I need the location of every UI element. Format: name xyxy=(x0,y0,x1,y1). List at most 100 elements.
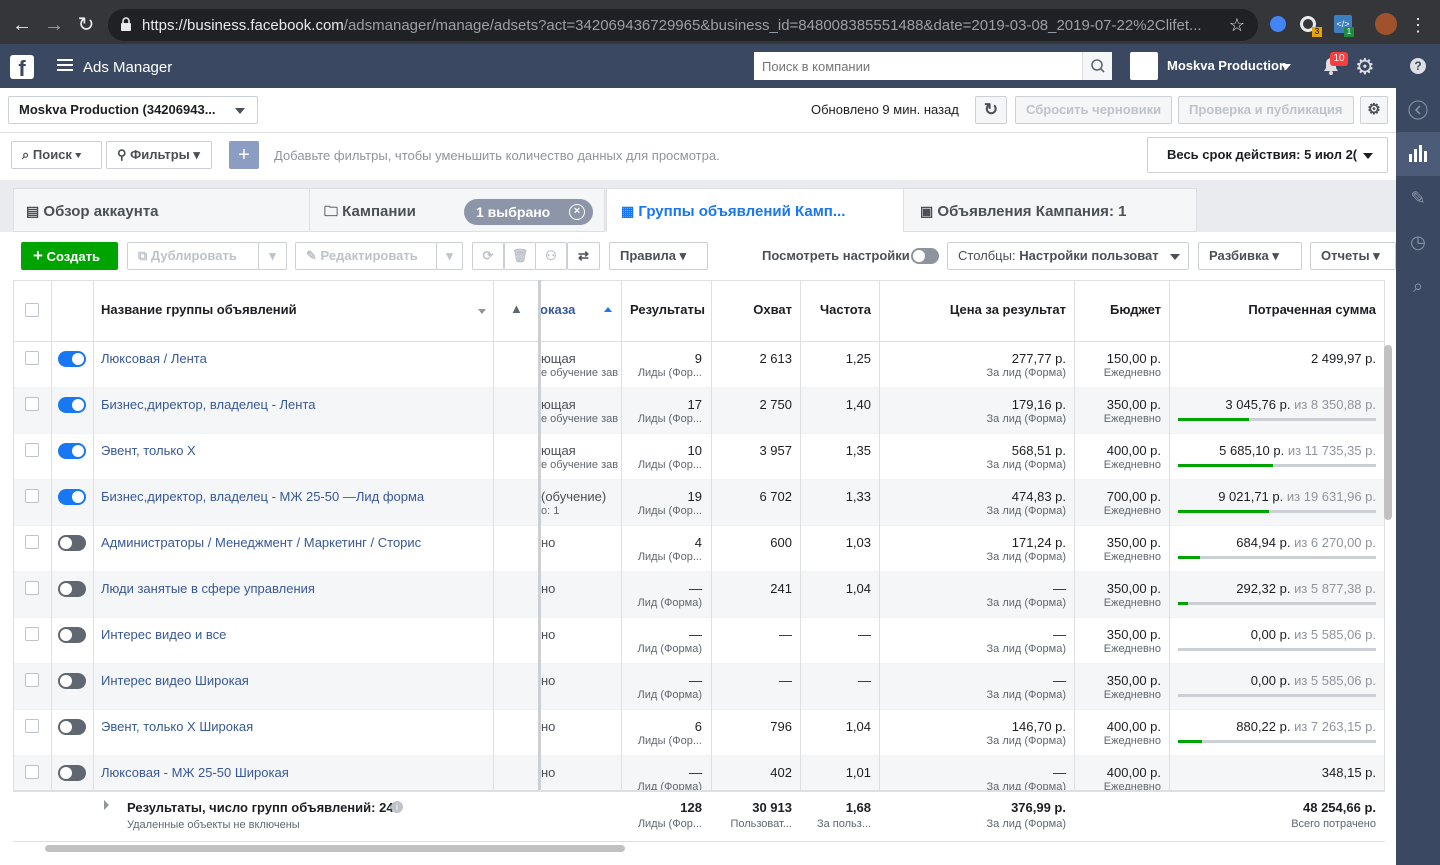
create-button[interactable]: + Создать xyxy=(21,242,118,270)
results-value: 10 xyxy=(687,443,702,458)
col-frequency-header[interactable]: Частота xyxy=(801,302,871,317)
adset-toggle[interactable] xyxy=(58,397,86,413)
adset-name-link[interactable]: Интерес видео и все xyxy=(101,627,226,642)
adset-toggle[interactable] xyxy=(58,351,86,367)
toggle-icon[interactable]: ⟳ xyxy=(472,242,504,270)
reset-drafts-button[interactable]: Сбросить черновики xyxy=(1015,96,1173,124)
compare-icon[interactable]: ⇄ xyxy=(567,242,600,270)
business-avatar[interactable] xyxy=(1130,52,1158,80)
trash-icon[interactable]: 🗑 xyxy=(504,242,536,270)
help-icon[interactable]: ? xyxy=(1410,58,1426,74)
adset-name-link[interactable]: Люксовая / Лента xyxy=(101,351,207,366)
extension-globe-icon[interactable] xyxy=(1270,16,1286,32)
spent-value: 5 685,10 р. xyxy=(1219,443,1285,458)
adset-name-link[interactable]: Эвент, только Х xyxy=(101,443,196,458)
collapse-icon[interactable] xyxy=(1396,88,1440,132)
people-icon[interactable]: ⚇ xyxy=(535,242,567,270)
adset-name-link[interactable]: Эвент, только Х Широкая xyxy=(101,719,253,734)
clear-selection-icon[interactable]: × xyxy=(569,204,585,220)
horizontal-scrollbar[interactable] xyxy=(45,845,625,852)
row-checkbox[interactable] xyxy=(25,397,39,411)
adset-name-link[interactable]: Люксовая - МЖ 25-50 Широкая xyxy=(101,765,289,780)
adset-toggle[interactable] xyxy=(58,443,86,459)
adset-name-link[interactable]: Бизнес,директор, владелец - МЖ 25-50 —Ли… xyxy=(101,489,424,504)
review-publish-button[interactable]: Проверка и публикация xyxy=(1178,96,1354,124)
view-settings-toggle[interactable] xyxy=(911,248,939,264)
col-name-header[interactable]: Название группы объявлений xyxy=(101,302,297,317)
col-results-header[interactable]: Результаты xyxy=(630,302,705,317)
clock-icon[interactable]: ◷ xyxy=(1396,220,1440,264)
facebook-logo[interactable]: f xyxy=(10,55,34,81)
adset-toggle[interactable] xyxy=(58,489,86,505)
adset-toggle[interactable] xyxy=(58,673,86,689)
tab-account-overview[interactable]: ▤ Обзор аккаунта xyxy=(13,188,315,232)
vertical-scrollbar[interactable] xyxy=(1384,345,1392,520)
edit-button[interactable]: ✎ Редактировать xyxy=(295,242,437,270)
row-checkbox[interactable] xyxy=(25,627,39,641)
row-checkbox[interactable] xyxy=(25,535,39,549)
adset-toggle[interactable] xyxy=(58,535,86,551)
info-icon[interactable]: i xyxy=(391,801,403,813)
refresh-button[interactable]: ↻ xyxy=(975,96,1007,124)
row-checkbox[interactable] xyxy=(25,765,39,779)
tab-adsets[interactable]: ▦ Группы объявлений Камп... xyxy=(606,188,906,232)
search-zoom-icon[interactable]: ⌕ xyxy=(1396,264,1440,308)
chevron-down-icon[interactable] xyxy=(1281,64,1291,70)
account-name[interactable]: Moskva Production xyxy=(1167,58,1287,73)
edit-dropdown[interactable]: ▾ xyxy=(436,242,463,270)
sort-caret-icon[interactable] xyxy=(478,309,486,314)
profile-avatar[interactable] xyxy=(1375,13,1397,35)
tab-ads[interactable]: ▣ Объявления Кампания: 1 xyxy=(903,188,1197,232)
add-filter-button[interactable]: + xyxy=(229,141,259,169)
adset-name-link[interactable]: Интерес видео Широкая xyxy=(101,673,249,688)
results-value: — xyxy=(689,673,702,688)
adset-toggle[interactable] xyxy=(58,719,86,735)
row-checkbox[interactable] xyxy=(25,581,39,595)
duplicate-dropdown[interactable]: ▾ xyxy=(258,242,287,270)
columns-button[interactable]: Столбцы: Настройки пользоват xyxy=(947,242,1189,270)
filters-button[interactable]: ⚲ Фильтры ▾ xyxy=(106,141,212,169)
adset-name-link[interactable]: Люди занятые в сфере управления xyxy=(101,581,315,596)
col-budget-header[interactable]: Бюджет xyxy=(1075,302,1161,317)
col-cost-header[interactable]: Цена за результат xyxy=(880,302,1066,317)
pencil-icon[interactable]: ✎ xyxy=(1396,176,1440,220)
reports-button[interactable]: Отчеты ▾ xyxy=(1310,242,1396,270)
adset-toggle[interactable] xyxy=(58,627,86,643)
row-checkbox[interactable] xyxy=(25,673,39,687)
chart-icon[interactable] xyxy=(1396,132,1440,176)
duplicate-button[interactable]: ⧉ Дублировать xyxy=(127,242,259,270)
reload-icon[interactable]: ↻ xyxy=(74,13,98,37)
edit-label: Редактировать xyxy=(320,248,418,263)
rules-button[interactable]: Правила ▾ xyxy=(609,242,708,270)
row-checkbox[interactable] xyxy=(25,443,39,457)
select-all-checkbox[interactable] xyxy=(25,303,39,317)
forward-icon[interactable]: → xyxy=(42,13,66,37)
gear-icon[interactable]: ⚙ xyxy=(1355,54,1375,80)
hamburger-menu-icon[interactable] xyxy=(57,58,73,72)
col-delivery-header[interactable]: оказа xyxy=(540,302,575,317)
adset-name-link[interactable]: Бизнес,директор, владелец - Лента xyxy=(101,397,316,412)
settings-gear-button[interactable]: ⚙ xyxy=(1360,96,1388,124)
search-input[interactable] xyxy=(754,52,1084,80)
budget-sub: Ежедневно xyxy=(1103,597,1161,609)
account-selector[interactable]: Moskva Production (34206943... xyxy=(8,96,258,124)
folder-check-icon: 🗀 xyxy=(324,203,338,219)
col-reach-header[interactable]: Охват xyxy=(712,302,792,317)
adset-toggle[interactable] xyxy=(58,581,86,597)
selected-chip[interactable]: 1 выбрано × xyxy=(464,199,593,225)
row-checkbox[interactable] xyxy=(25,351,39,365)
date-range-picker[interactable]: Весь срок действия: 5 июл 2( xyxy=(1147,137,1388,173)
expand-caret-icon[interactable] xyxy=(104,800,109,810)
row-checkbox[interactable] xyxy=(25,489,39,503)
col-spent-header[interactable]: Потраченная сумма xyxy=(1170,302,1376,317)
row-checkbox[interactable] xyxy=(25,719,39,733)
back-icon[interactable]: ← xyxy=(10,13,34,37)
browser-menu-icon[interactable]: ⋮ xyxy=(1406,13,1430,37)
bookmark-star-icon[interactable]: ☆ xyxy=(1225,13,1249,37)
search-filter-button[interactable]: ⌕ Поиск ▾ xyxy=(11,141,102,169)
adset-toggle[interactable] xyxy=(58,765,86,781)
adset-name-link[interactable]: Администраторы / Менеджмент / Маркетинг … xyxy=(101,535,421,550)
breakdown-button[interactable]: Разбивка ▾ xyxy=(1198,242,1302,270)
sort-asc-icon[interactable] xyxy=(604,307,612,312)
search-icon[interactable] xyxy=(1082,52,1112,80)
